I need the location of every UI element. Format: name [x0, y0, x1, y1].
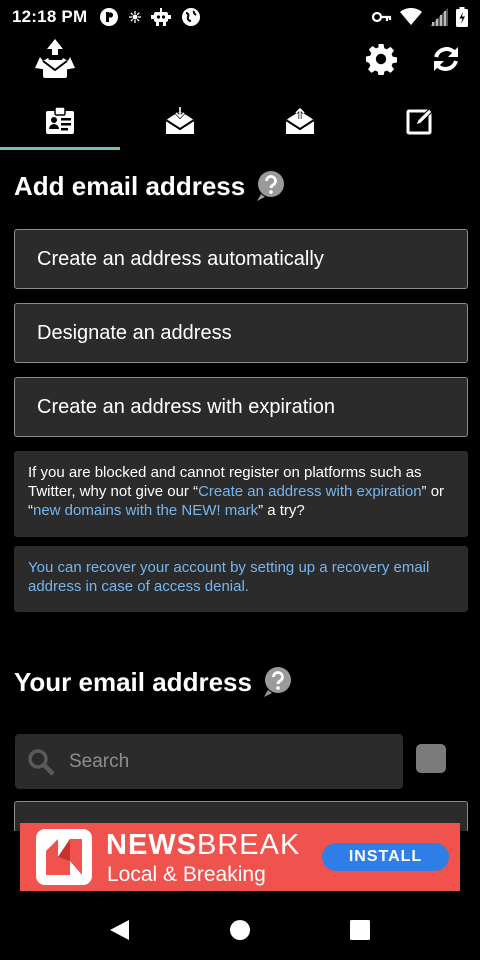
new-domains-link[interactable]: new domains with the NEW! mark — [33, 502, 258, 519]
settings-button[interactable] — [362, 40, 400, 78]
tab-sent[interactable] — [240, 92, 360, 150]
refresh-icon — [434, 47, 458, 71]
p-logo-icon — [99, 7, 119, 27]
status-right-icons — [372, 7, 468, 27]
tab-addresses[interactable] — [0, 92, 120, 150]
compose-icon — [406, 108, 433, 135]
create-expiring-address-button[interactable]: Create an address with expiration — [14, 377, 468, 437]
recovery-email-link[interactable]: You can recover your account by setting … — [14, 546, 468, 612]
add-email-title: Add email address — [14, 170, 246, 201]
add-email-help-button[interactable] — [255, 170, 287, 202]
tab-bar — [0, 92, 480, 150]
vpn-globe-icon — [181, 7, 201, 27]
ad-title-light: BREAK — [197, 829, 301, 861]
ad-banner[interactable]: NEWSBREAK Local & Breaking INSTALL — [20, 823, 460, 891]
wifi-icon — [400, 8, 422, 26]
back-triangle-icon — [110, 920, 129, 940]
settings-small-icon — [129, 11, 142, 23]
expiration-link[interactable]: Create an address with expiration — [198, 483, 421, 500]
inbox-mail-icon — [165, 107, 195, 134]
your-email-title: Your email address — [14, 666, 252, 697]
signal-icon — [430, 8, 448, 26]
recycle-mail-logo-icon — [32, 38, 78, 80]
status-time: 12:18 PM — [12, 7, 88, 26]
nav-back-button[interactable] — [105, 916, 133, 944]
ad-title-bold: NEWS — [106, 829, 197, 861]
refresh-button[interactable] — [427, 40, 465, 78]
search-icon — [28, 748, 55, 776]
ad-subtitle: Local & Breaking — [107, 863, 266, 886]
address-list-icon — [46, 107, 74, 134]
search-box[interactable] — [15, 734, 403, 789]
newsbreak-logo-icon — [36, 829, 92, 885]
create-auto-address-button[interactable]: Create an address automatically — [14, 229, 468, 289]
blocked-platforms-info: If you are blocked and cannot register o… — [14, 451, 468, 537]
battery-icon — [456, 7, 468, 27]
select-all-checkbox[interactable] — [416, 744, 446, 773]
tab-compose[interactable] — [360, 92, 480, 150]
system-nav-bar — [0, 900, 480, 960]
your-email-heading: Your email address — [14, 666, 294, 698]
add-email-heading: Add email address — [14, 170, 287, 202]
robot-icon — [151, 8, 172, 26]
recents-square-icon — [350, 920, 370, 940]
ad-title: NEWSBREAK — [106, 829, 300, 862]
search-input[interactable] — [69, 750, 369, 773]
status-bar: 12:18 PM — [0, 0, 480, 34]
tab-inbox[interactable] — [120, 92, 313, 150]
app-bar — [0, 34, 480, 86]
vpn-key-icon — [372, 11, 392, 23]
designate-address-button[interactable]: Designate an address — [14, 303, 468, 363]
gear-icon — [366, 44, 397, 75]
sent-mail-icon — [285, 107, 315, 134]
info-text-3: ” a try? — [258, 502, 305, 519]
your-email-help-button[interactable] — [262, 666, 294, 698]
help-icon — [257, 171, 285, 201]
nav-recents-button[interactable] — [346, 916, 374, 944]
ad-install-button[interactable]: INSTALL — [322, 843, 449, 871]
status-left-icons — [99, 7, 201, 27]
home-circle-icon — [230, 920, 250, 940]
help-icon — [263, 667, 291, 697]
nav-home-button[interactable] — [226, 916, 254, 944]
